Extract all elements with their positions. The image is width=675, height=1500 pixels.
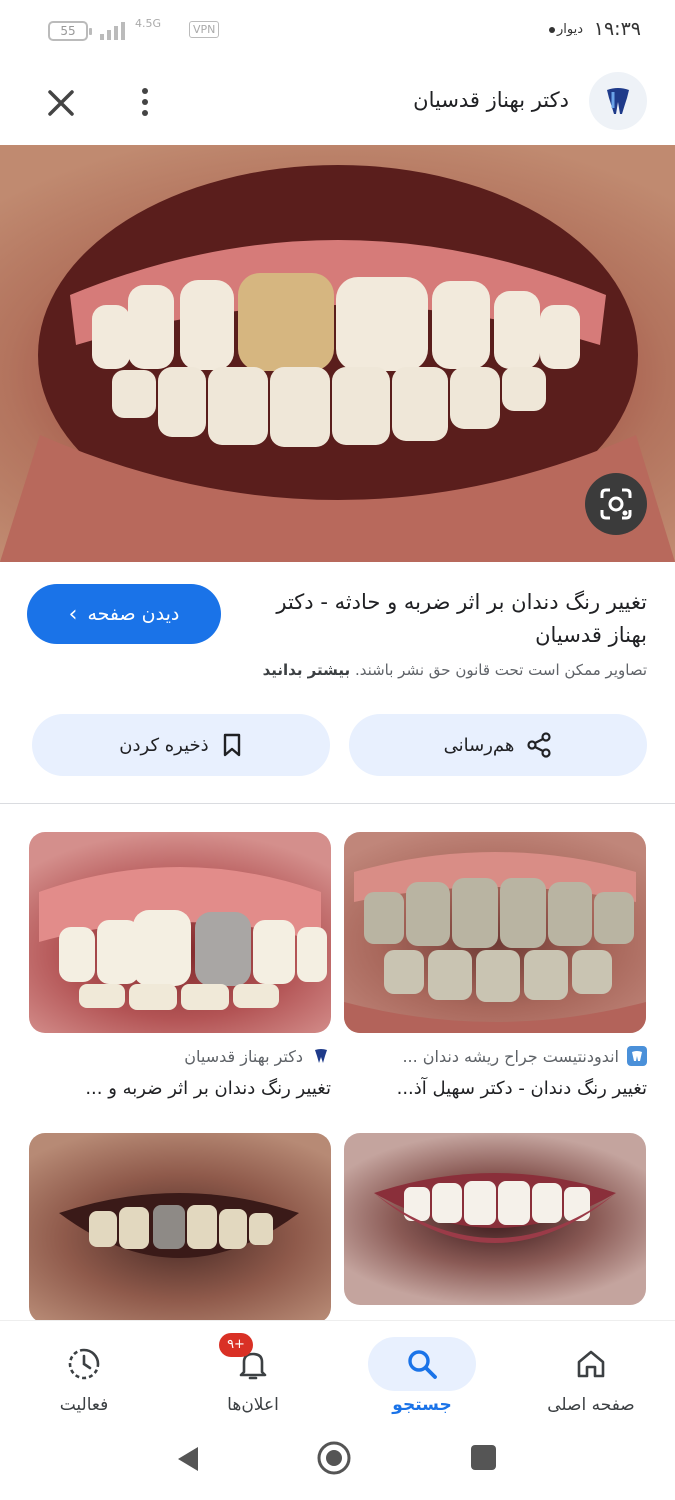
activity-history-icon	[68, 1348, 100, 1380]
copyright-notice: تصاویر ممکن است تحت قانون حق نشر باشند. …	[27, 661, 647, 679]
close-icon[interactable]	[42, 84, 80, 122]
site-favicon-icon	[627, 1046, 647, 1066]
status-bar: ۱۹:۳۹ دیوار 55 4.5G VPN	[0, 0, 675, 62]
visit-page-label: دیدن صفحه	[87, 603, 180, 625]
bookmark-icon	[223, 733, 240, 757]
recents-icon[interactable]	[471, 1445, 496, 1470]
divider	[0, 803, 675, 804]
bottom-navigation: صفحه اصلی جستجو ۹+ اعلان‌ها فعا	[0, 1320, 675, 1430]
save-button[interactable]: ذخیره کردن	[32, 714, 330, 776]
related-source-label: اندودنتیست جراح ریشه دندان ...	[402, 1046, 619, 1066]
more-vert-icon[interactable]	[130, 84, 160, 120]
tooth-logo-icon[interactable]	[589, 72, 647, 130]
nav-home-label: صفحه اصلی	[547, 1395, 635, 1415]
related-image-2[interactable]	[29, 832, 331, 1033]
search-icon	[408, 1350, 437, 1379]
related-title-2[interactable]: تغییر رنگ دندان بر اثر ضربه و ...	[85, 1078, 331, 1099]
related-source-1[interactable]: اندودنتیست جراح ریشه دندان ...	[402, 1046, 647, 1066]
chevron-left-icon: ‹	[68, 601, 78, 627]
related-image-4[interactable]	[29, 1133, 331, 1323]
related-source-2[interactable]: دکتر بهناز قدسیان	[184, 1046, 331, 1066]
related-source-label: دکتر بهناز قدسیان	[184, 1046, 303, 1066]
tooth-favicon-icon	[311, 1046, 331, 1066]
lens-icon	[600, 488, 632, 520]
teeth-photo	[0, 165, 675, 562]
nav-activity-label: فعالیت	[59, 1395, 109, 1415]
related-image-1[interactable]	[344, 832, 646, 1033]
home-icon	[577, 1350, 605, 1378]
home-circle-icon[interactable]	[316, 1440, 352, 1476]
nav-home[interactable]: صفحه اصلی	[507, 1321, 675, 1431]
notification-dot-icon	[549, 27, 555, 33]
notification-badge: ۹+	[219, 1333, 253, 1357]
clock: ۱۹:۳۹	[593, 18, 641, 40]
battery-icon: 55	[48, 21, 92, 41]
copyright-text: تصاویر ممکن است تحت قانون حق نشر باشند.	[354, 661, 647, 679]
related-image-3[interactable]	[344, 1133, 646, 1305]
signal-icon	[100, 22, 125, 40]
share-button[interactable]: هم‌رسانی	[349, 714, 647, 776]
related-title-1[interactable]: تغییر رنگ دندان - دکتر سهیل آذ...	[397, 1078, 647, 1099]
share-label: هم‌رسانی	[443, 734, 515, 756]
site-name[interactable]: دکتر بهناز قدسیان	[413, 88, 569, 112]
back-icon[interactable]	[174, 1444, 202, 1474]
network-type: 4.5G	[135, 17, 162, 30]
google-lens-button[interactable]	[585, 473, 647, 535]
save-label: ذخیره کردن	[119, 734, 209, 756]
visit-page-button[interactable]: ‹ دیدن صفحه	[27, 584, 221, 644]
vpn-icon: VPN	[189, 21, 220, 38]
learn-more-link[interactable]: بیشتر بدانید	[263, 661, 351, 679]
carrier-label: دیوار	[556, 22, 583, 37]
nav-activity[interactable]: فعالیت	[0, 1321, 168, 1431]
result-title[interactable]: تغییر رنگ دندان بر اثر ضربه و حادثه - دک…	[257, 586, 647, 652]
system-navigation-bar	[0, 1430, 675, 1500]
main-image[interactable]	[0, 145, 675, 562]
nav-search-label: جستجو	[392, 1395, 452, 1415]
nav-search[interactable]: جستجو	[338, 1321, 506, 1431]
nav-notifications-label: اعلان‌ها	[227, 1395, 279, 1415]
nav-notifications[interactable]: ۹+ اعلان‌ها	[169, 1321, 337, 1431]
share-icon	[527, 732, 551, 758]
viewer-header: دکتر بهناز قدسیان	[0, 62, 675, 144]
